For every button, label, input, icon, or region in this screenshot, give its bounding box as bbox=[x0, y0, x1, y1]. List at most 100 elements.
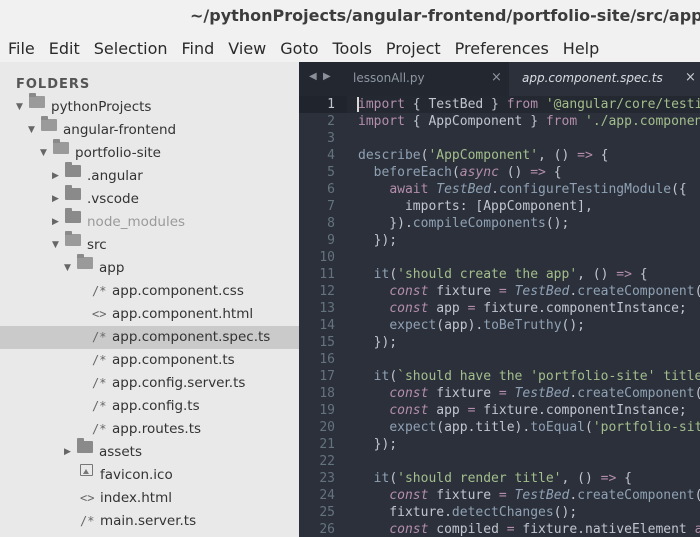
code-line[interactable]: 25 fixture.detectChanges(); bbox=[299, 504, 700, 521]
tree-folder[interactable]: ▶ assets bbox=[0, 438, 299, 464]
code-line[interactable]: 4 describe('AppComponent', () => { bbox=[299, 147, 700, 164]
tree-folder[interactable]: ▶ .vscode bbox=[0, 185, 299, 211]
tab-app-component-spec[interactable]: app.component.spec.ts × bbox=[509, 62, 700, 96]
code-line[interactable]: 15 }); bbox=[299, 334, 700, 351]
tree-item-label: favicon.ico bbox=[100, 467, 173, 483]
disclosure-closed-icon[interactable]: ▶ bbox=[52, 188, 59, 211]
tab-scroll-left-icon[interactable]: ◀ bbox=[309, 71, 317, 82]
menu-preferences[interactable]: Preferences bbox=[455, 39, 549, 58]
tree-file[interactable]: <> app.component.html bbox=[0, 303, 299, 326]
disclosure-closed-icon[interactable]: ▶ bbox=[64, 441, 71, 464]
code-line[interactable]: 10 bbox=[299, 249, 700, 266]
code-line[interactable]: 21 }); bbox=[299, 436, 700, 453]
menu-file[interactable]: File bbox=[8, 39, 35, 58]
tab-lessonall[interactable]: lessonAll.py × bbox=[341, 62, 509, 96]
code-text: const fixture = TestBed.createComponent(… bbox=[358, 283, 700, 300]
code-token: { TestBed } bbox=[404, 97, 507, 112]
code-line[interactable]: 13 const app = fixture.componentInstance… bbox=[299, 300, 700, 317]
tree-file[interactable]: favicon.ico bbox=[0, 464, 299, 487]
code-line[interactable]: 16 bbox=[299, 351, 700, 368]
sidebar: FOLDERS ▼ pythonProjects ▼ angular-frontend… bbox=[0, 62, 299, 537]
editor-pane[interactable]: ◀ ▶ lessonAll.py × app.component.spec.ts… bbox=[299, 62, 700, 537]
folder-open-icon bbox=[53, 139, 69, 154]
code-token: = bbox=[498, 284, 507, 299]
code-line[interactable]: 18 const fixture = TestBed.createCompone… bbox=[299, 385, 700, 402]
tree-item-label: pythonProjects bbox=[51, 99, 152, 115]
code-token: fixture.nativeElement bbox=[514, 522, 695, 537]
code-line[interactable]: 9 }); bbox=[299, 232, 700, 249]
code-token: import bbox=[358, 114, 405, 129]
tree-file[interactable]: /* main.server.ts bbox=[0, 510, 299, 533]
code-area[interactable]: 1 import { TestBed } from '@angular/core/… bbox=[299, 96, 700, 537]
code-line[interactable]: 20 expect(app.title).toEqual('portfolio-… bbox=[299, 419, 700, 436]
tree-file[interactable]: /* app.config.ts bbox=[0, 395, 299, 418]
folder-open-icon bbox=[77, 254, 93, 269]
menu-edit[interactable]: Edit bbox=[49, 39, 80, 58]
disclosure-open-icon[interactable]: ▼ bbox=[40, 142, 47, 165]
code-line[interactable]: 6 await TestBed.configureTestingModule({ bbox=[299, 181, 700, 198]
disclosure-open-icon[interactable]: ▼ bbox=[28, 119, 35, 142]
menu-help[interactable]: Help bbox=[563, 39, 599, 58]
code-line[interactable]: 17 it(`should have the 'portfolio-site' … bbox=[299, 368, 700, 385]
tab-scroll-right-icon[interactable]: ▶ bbox=[323, 71, 331, 82]
tree-folder[interactable]: ▶ .angular bbox=[0, 162, 299, 188]
code-token: compiled bbox=[428, 522, 507, 537]
code-text: }); bbox=[358, 232, 398, 249]
tree-folder[interactable]: ▶ node_modules bbox=[0, 208, 299, 234]
disclosure-closed-icon[interactable]: ▶ bbox=[52, 165, 59, 188]
tree-folder[interactable]: ▼ app bbox=[0, 254, 299, 280]
code-line[interactable]: 3 bbox=[299, 130, 700, 147]
tree-item-label: app bbox=[99, 260, 125, 276]
menu-tools[interactable]: Tools bbox=[333, 39, 372, 58]
tree-item-label: app.component.ts bbox=[112, 352, 235, 368]
menu-selection[interactable]: Selection bbox=[94, 39, 168, 58]
code-line[interactable]: 7 imports: [AppComponent], bbox=[299, 198, 700, 215]
code-line[interactable]: 2 import { AppComponent } from './app.com… bbox=[299, 113, 700, 130]
tree-file[interactable]: /* app.config.server.ts bbox=[0, 372, 299, 395]
code-line[interactable]: 23 it('should render title', () => { bbox=[299, 470, 700, 487]
code-line[interactable]: 22 bbox=[299, 453, 700, 470]
code-token: }); bbox=[358, 233, 398, 248]
file-tree: ▼ pythonProjects ▼ angular-frontend ▼ portfol… bbox=[0, 93, 299, 533]
close-icon[interactable]: × bbox=[491, 70, 502, 85]
line-number: 24 bbox=[319, 488, 335, 503]
code-line[interactable]: 1 import { TestBed } from '@angular/core/… bbox=[299, 96, 700, 113]
close-icon[interactable]: × bbox=[685, 70, 696, 85]
code-line[interactable]: 24 const fixture = TestBed.createCompone… bbox=[299, 487, 700, 504]
code-text: const fixture = TestBed.createComponent(… bbox=[358, 385, 700, 402]
code-line[interactable]: 14 expect(app).toBeTruthy(); bbox=[299, 317, 700, 334]
code-line[interactable]: 8 }).compileComponents(); bbox=[299, 215, 700, 232]
tree-item-label: .angular bbox=[87, 168, 143, 184]
tree-folder[interactable]: ▼ portfolio-site bbox=[0, 139, 299, 165]
code-text: expect(app).toBeTruthy(); bbox=[358, 317, 585, 334]
menu-find[interactable]: Find bbox=[182, 39, 215, 58]
disclosure-open-icon[interactable]: ▼ bbox=[16, 96, 23, 119]
menu-goto[interactable]: Goto bbox=[280, 39, 318, 58]
tree-file[interactable]: /* app.component.ts bbox=[0, 349, 299, 372]
tree-file[interactable]: /* app.component.spec.ts bbox=[0, 326, 299, 349]
tree-folder[interactable]: ▼ angular-frontend bbox=[0, 116, 299, 142]
line-number: 22 bbox=[319, 454, 335, 469]
tree-file[interactable]: <> index.html bbox=[0, 487, 299, 510]
menu-project[interactable]: Project bbox=[386, 39, 441, 58]
folders-header: FOLDERS bbox=[16, 77, 91, 92]
code-line[interactable]: 12 const fixture = TestBed.createCompone… bbox=[299, 283, 700, 300]
code-line[interactable]: 5 beforeEach(async () => { bbox=[299, 164, 700, 181]
tree-file[interactable]: /* app.component.css bbox=[0, 280, 299, 303]
disclosure-closed-icon[interactable]: ▶ bbox=[52, 211, 59, 234]
disclosure-open-icon[interactable]: ▼ bbox=[52, 234, 59, 257]
line-number: 11 bbox=[319, 267, 335, 282]
code-line[interactable]: 19 const app = fixture.componentInstance… bbox=[299, 402, 700, 419]
menu-view[interactable]: View bbox=[228, 39, 266, 58]
code-token: TestBed bbox=[514, 386, 570, 401]
folder-icon bbox=[77, 438, 93, 453]
code-line[interactable]: 26 const compiled = fixture.nativeElemen… bbox=[299, 521, 700, 537]
code-token: , () bbox=[538, 148, 578, 163]
code-token: = bbox=[498, 488, 507, 503]
code-line[interactable]: 11 it('should create the app', () => { bbox=[299, 266, 700, 283]
tree-folder[interactable]: ▼ src bbox=[0, 231, 299, 257]
tree-file[interactable]: /* app.routes.ts bbox=[0, 418, 299, 441]
code-token: '@angular/core/testing' bbox=[545, 97, 700, 112]
disclosure-open-icon[interactable]: ▼ bbox=[64, 257, 71, 280]
